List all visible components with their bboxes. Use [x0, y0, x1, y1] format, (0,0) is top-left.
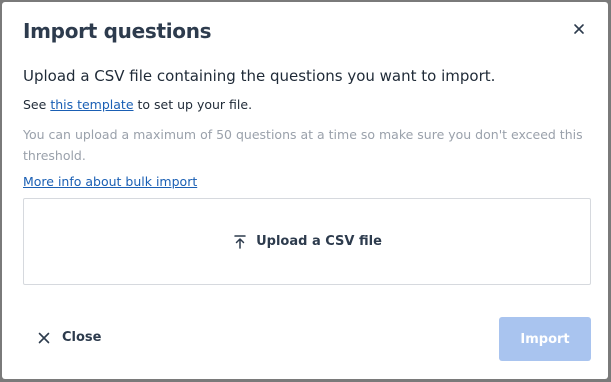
close-icon — [38, 332, 50, 343]
template-instruction: See this template to set up your file. — [23, 97, 252, 112]
upload-button[interactable]: Upload a CSV file — [232, 234, 382, 250]
csv-upload-dropzone[interactable]: Upload a CSV file — [23, 198, 591, 285]
close-button[interactable]: Close — [38, 330, 101, 345]
import-button[interactable]: Import — [499, 317, 591, 361]
upload-limit-hint: You can upload a maximum of 50 questions… — [23, 127, 583, 163]
import-questions-dialog: Import questions Upload a CSV file conta… — [2, 2, 608, 379]
intro-text: Upload a CSV file containing the questio… — [23, 67, 496, 85]
close-icon — [574, 24, 584, 34]
dialog-close-button[interactable] — [570, 20, 588, 38]
upload-label: Upload a CSV file — [256, 234, 382, 249]
more-info-line: More info about bulk import — [23, 174, 197, 189]
upload-icon — [234, 234, 246, 249]
more-info-link[interactable]: More info about bulk import — [23, 174, 197, 189]
close-label: Close — [62, 330, 102, 345]
template-link[interactable]: this template — [50, 97, 133, 112]
see-suffix: to set up your file. — [137, 97, 253, 112]
see-prefix: See — [23, 97, 47, 112]
dialog-title: Import questions — [23, 19, 212, 43]
